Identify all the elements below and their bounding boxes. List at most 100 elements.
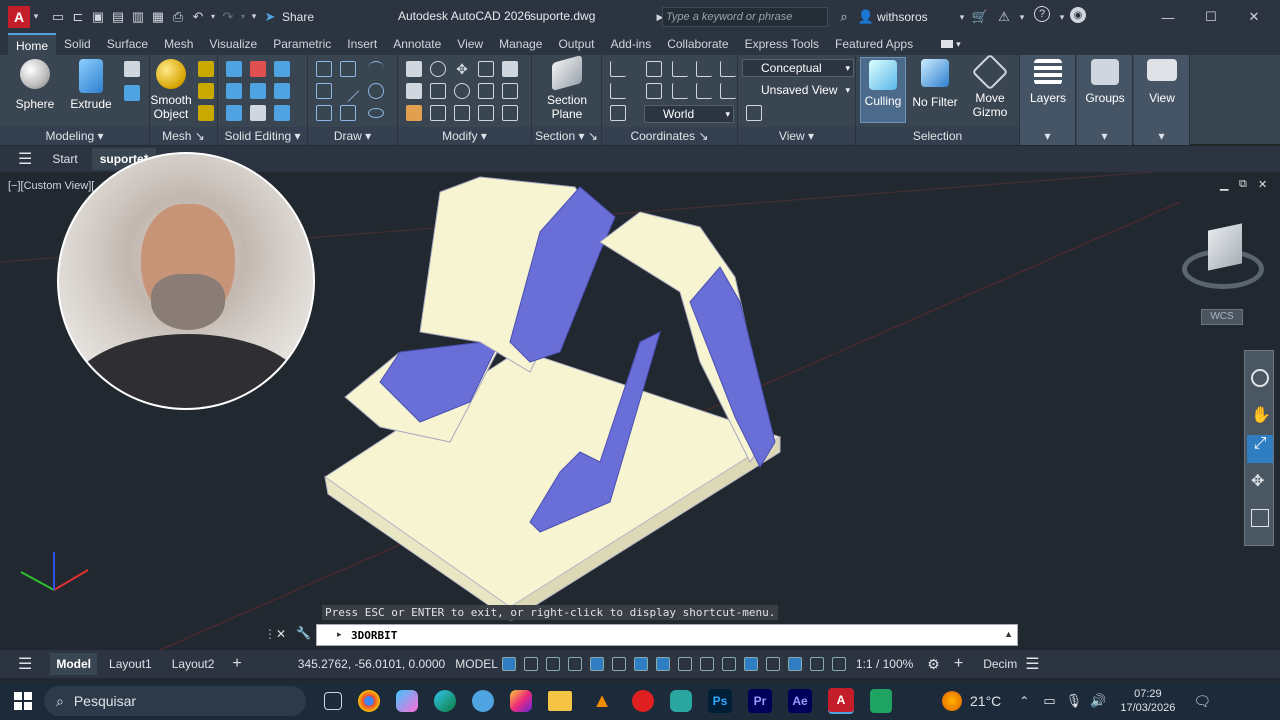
dynamic-ucs-icon[interactable]	[765, 657, 780, 671]
ucs-dropdown[interactable]: World ▾	[644, 105, 734, 123]
ucs-y-icon[interactable]	[672, 83, 688, 99]
user-name[interactable]: withsoros	[877, 10, 928, 24]
ucs-view-icon[interactable]	[646, 61, 662, 77]
zoom-extents-icon[interactable]: ⤢	[1247, 435, 1273, 463]
rotate-icon[interactable]	[454, 83, 470, 99]
groups-button[interactable]: Groups	[1081, 59, 1129, 105]
volume-icon[interactable]: 🔊	[1090, 693, 1106, 709]
app-menu-chevron-icon[interactable]: ▾	[30, 7, 42, 27]
panel-mesh-label[interactable]: Mesh ↘	[150, 127, 217, 145]
groups-panel-dropdown[interactable]: ▾	[1077, 127, 1132, 145]
transparency-icon[interactable]	[699, 657, 714, 671]
command-close-icon[interactable]: ✕	[276, 627, 286, 641]
no-filter-button[interactable]: No Filter	[910, 59, 960, 109]
3d-align-icon[interactable]	[502, 61, 518, 77]
view-cube-box[interactable]	[1208, 223, 1242, 271]
polar-icon[interactable]	[589, 657, 604, 671]
sphere-button[interactable]: Sphere	[12, 59, 58, 111]
presspull-icon[interactable]	[124, 85, 140, 101]
customize-toolbar-icon[interactable]: ▾	[248, 7, 260, 27]
ucs-zaxis-icon[interactable]	[720, 83, 736, 99]
cart-icon[interactable]: 🛒	[970, 7, 990, 27]
circle-icon[interactable]	[368, 83, 384, 99]
polygon-icon[interactable]	[316, 105, 332, 121]
tab-collaborate[interactable]: Collaborate	[659, 33, 736, 55]
ribbon-toggle-dropdown-icon[interactable]: ▾	[956, 39, 961, 50]
tab-annotate[interactable]: Annotate	[385, 33, 449, 55]
help-icon[interactable]: ?	[1034, 6, 1050, 22]
box-icon[interactable]	[124, 61, 140, 77]
panel-draw-label[interactable]: Draw ▾	[308, 127, 397, 145]
infer-icon[interactable]	[545, 657, 560, 671]
mirror-icon[interactable]	[478, 83, 494, 99]
panel-section-label[interactable]: Section ▾ ↘	[532, 127, 601, 145]
layers-panel-dropdown[interactable]: ▾	[1020, 127, 1075, 145]
ellipse-icon[interactable]	[368, 108, 384, 118]
tab-output[interactable]: Output	[550, 33, 602, 55]
command-customize-icon[interactable]: 🔧	[296, 626, 311, 640]
ucs-origin-icon[interactable]	[672, 61, 688, 77]
undo-dropdown-icon[interactable]: ▾	[208, 7, 218, 27]
annotation-visibility-icon[interactable]	[831, 657, 846, 671]
ortho-icon[interactable]	[567, 657, 582, 671]
mesh-smooth-more-icon[interactable]	[198, 83, 214, 99]
gizmo-icon[interactable]	[809, 657, 824, 671]
subtract-icon[interactable]	[250, 61, 266, 77]
close-icon[interactable]: ✕	[1244, 7, 1264, 27]
thicken-icon[interactable]	[274, 83, 290, 99]
phone-stand-model[interactable]	[324, 176, 782, 621]
rectangular-array-icon[interactable]	[502, 105, 518, 121]
community-icon[interactable]: ◉	[1070, 7, 1086, 23]
smooth-object-button[interactable]: Smooth Object	[150, 59, 192, 121]
pan-icon[interactable]: ✋	[1251, 405, 1271, 425]
ucs-object-icon[interactable]	[646, 83, 662, 99]
tab-visualize[interactable]: Visualize	[201, 33, 265, 55]
open-file-icon[interactable]: ⊏	[68, 7, 88, 27]
tab-featured-apps[interactable]: Featured Apps	[827, 33, 921, 55]
erase-icon[interactable]	[406, 105, 422, 121]
orbit-icon[interactable]: ✥	[1251, 471, 1264, 491]
tab-view[interactable]: View	[449, 33, 491, 55]
separate-icon[interactable]	[250, 105, 266, 121]
save-icon[interactable]: ▣	[88, 7, 108, 27]
panel-modeling-label[interactable]: Modeling ▾	[0, 127, 149, 145]
maximize-icon[interactable]: ☐	[1201, 7, 1221, 27]
slice-icon[interactable]	[250, 83, 266, 99]
panel-selection-label[interactable]: Selection	[856, 127, 1019, 145]
share-button[interactable]: Share	[282, 10, 314, 24]
notification-icon[interactable]: 🗨	[1193, 693, 1211, 710]
search-input[interactable]: Type a keyword or phrase	[666, 11, 792, 23]
visual-style-dropdown[interactable]: Conceptual ▾	[742, 59, 854, 77]
3d-rotate-icon[interactable]	[430, 61, 446, 77]
chrome-icon[interactable]	[358, 690, 380, 712]
layers-button[interactable]: Layers	[1024, 59, 1072, 105]
redo-icon[interactable]: ↷	[218, 7, 238, 27]
extrude-button[interactable]: Extrude	[68, 59, 114, 111]
isodraft-icon[interactable]	[611, 657, 626, 671]
layout1-tab[interactable]: Layout1	[109, 657, 152, 671]
model-space-button[interactable]: MODEL	[455, 657, 498, 671]
grid-icon[interactable]	[501, 657, 516, 671]
add-icon[interactable]: +	[954, 655, 963, 673]
ribbon-toggle-icon[interactable]	[941, 40, 954, 48]
layout-menu-icon[interactable]: ☰	[18, 654, 32, 674]
panel-coordinates-label[interactable]: Coordinates ↘	[602, 127, 737, 145]
ucs-3point-icon[interactable]	[720, 61, 736, 77]
tray-overflow-icon[interactable]: ⌃	[1019, 694, 1029, 708]
instagram-icon[interactable]	[510, 690, 532, 712]
helix-icon[interactable]	[340, 61, 356, 77]
move-gizmo-button[interactable]: Move Gizmo	[966, 53, 1014, 119]
print-icon[interactable]: ⎙	[168, 7, 188, 27]
polyline-icon[interactable]	[316, 83, 332, 99]
mesh-smooth-less-icon[interactable]	[198, 105, 214, 121]
edge-icon[interactable]	[434, 690, 456, 712]
panel-view-label[interactable]: View ▾	[738, 127, 855, 145]
layout2-tab[interactable]: Layout2	[172, 657, 215, 671]
windows-start-icon[interactable]	[14, 692, 32, 710]
share-icon[interactable]: ➤	[260, 7, 280, 27]
customize-status-icon[interactable]: ☰	[1025, 654, 1039, 674]
photoshop-icon[interactable]: Ps	[708, 689, 732, 713]
view-panel-dropdown[interactable]: ▾	[1134, 127, 1189, 145]
line-icon[interactable]	[336, 79, 360, 103]
ucs-face-icon[interactable]	[610, 83, 626, 99]
